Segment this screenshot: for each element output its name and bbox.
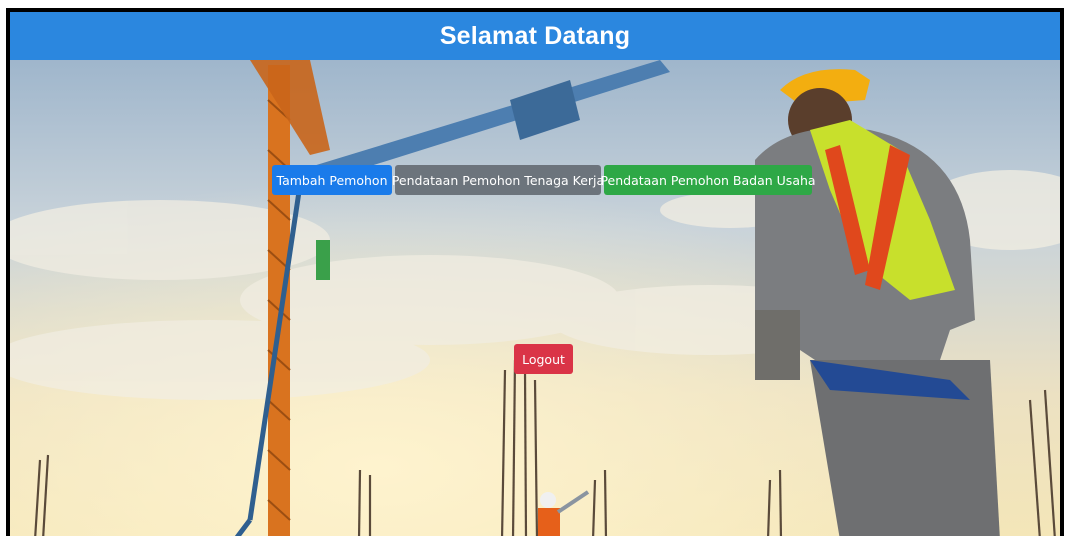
- page-title: Selamat Datang: [439, 21, 631, 50]
- add-applicant-button[interactable]: Tambah Pemohon: [272, 165, 392, 195]
- action-buttons: Tambah Pemohon Pendataan Pemohon Tenaga …: [272, 165, 816, 195]
- app-window: Selamat Datang Tambah Pemohon Pendataan …: [6, 8, 1064, 536]
- business-registration-button[interactable]: Pendataan Pemohon Badan Usaha: [600, 165, 816, 195]
- page-header: Selamat Datang: [10, 12, 1060, 60]
- worker-registration-button[interactable]: Pendataan Pemohon Tenaga Kerja: [392, 165, 604, 195]
- logout-button[interactable]: Logout: [514, 344, 573, 374]
- background-image: [10, 60, 1060, 536]
